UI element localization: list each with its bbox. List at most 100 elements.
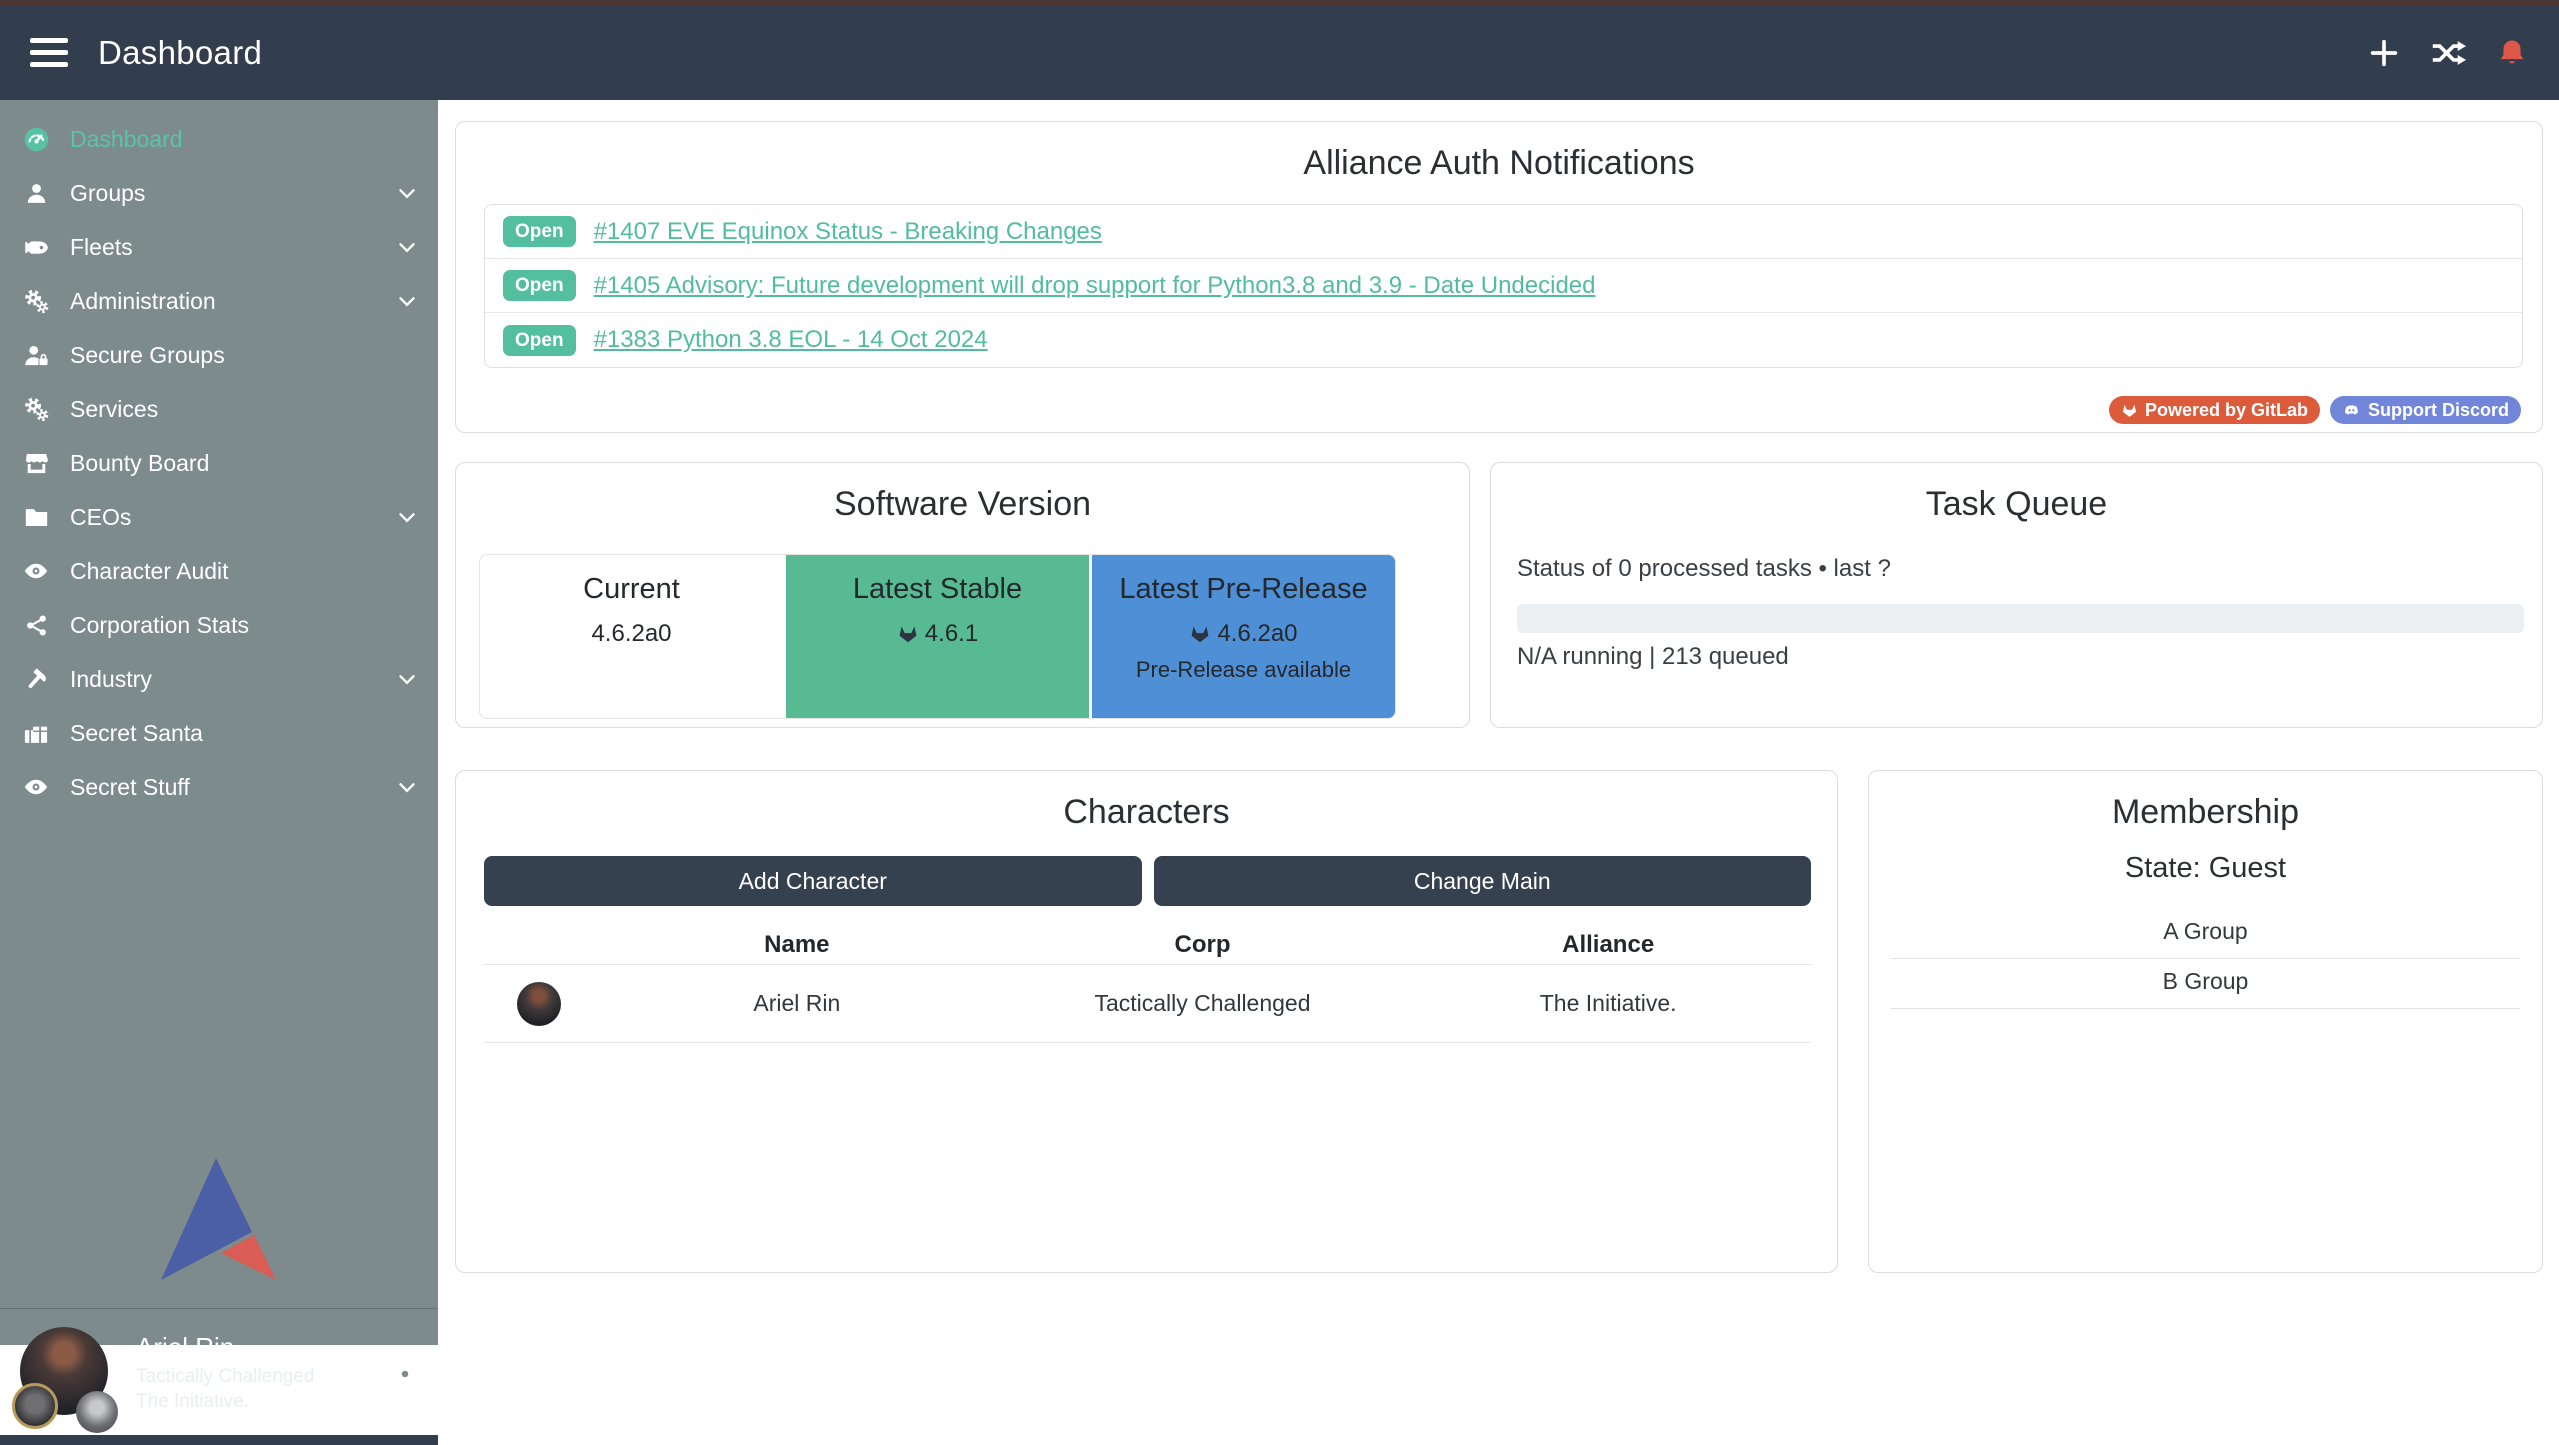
sidebar-item-label: CEOs xyxy=(70,504,131,531)
sidebar-item-bounty-board[interactable]: Bounty Board xyxy=(0,436,438,490)
gitlab-icon xyxy=(2121,402,2138,419)
sidebar-item-character-audit[interactable]: Character Audit xyxy=(0,544,438,598)
powered-by-gitlab-badge[interactable]: Powered by GitLab xyxy=(2109,396,2320,424)
sidebar-item-ceos[interactable]: CEOs xyxy=(0,490,438,544)
support-discord-badge[interactable]: Support Discord xyxy=(2330,396,2521,424)
sidebar-item-label: Secret Stuff xyxy=(70,774,190,801)
notification-row: Open #1383 Python 3.8 EOL - 14 Oct 2024 xyxy=(485,313,2522,367)
chevron-down-icon xyxy=(394,504,420,530)
cell-character-name: Ariel Rin xyxy=(594,990,1000,1017)
user-corp: Tactically Challenged xyxy=(136,1364,315,1389)
notifications-list: Open #1407 EVE Equinox Status - Breaking… xyxy=(484,204,2523,368)
task-queue-panel: Task Queue Status of 0 processed tasks •… xyxy=(1490,462,2543,728)
sidebar-item-dashboard[interactable]: Dashboard xyxy=(0,112,438,166)
menu-toggle-icon[interactable] xyxy=(14,18,84,88)
sidebar-item-label: Secure Groups xyxy=(70,342,225,369)
gitlab-icon xyxy=(897,623,919,645)
sidebar-item-services[interactable]: Services xyxy=(0,382,438,436)
share-icon xyxy=(21,613,51,638)
column-header-corp: Corp xyxy=(1000,931,1406,959)
add-icon[interactable] xyxy=(2365,34,2403,72)
sidebar-item-corporation-stats[interactable]: Corporation Stats xyxy=(0,598,438,652)
notification-link[interactable]: #1407 EVE Equinox Status - Breaking Chan… xyxy=(594,218,1102,246)
sidebar-item-label: Corporation Stats xyxy=(70,612,249,639)
eye-icon xyxy=(21,557,51,585)
sidebar-item-secret-stuff[interactable]: Secret Stuff xyxy=(0,760,438,814)
sidebar-item-label: Groups xyxy=(70,180,145,207)
chevron-down-icon xyxy=(394,234,420,260)
notification-row: Open #1405 Advisory: Future development … xyxy=(485,259,2522,313)
sidebar-bottom-strip xyxy=(0,1435,438,1445)
sidebar-item-secret-santa[interactable]: Secret Santa xyxy=(0,706,438,760)
task-queue-counts: N/A running | 213 queued xyxy=(1517,643,1789,671)
sidebar-item-label: Dashboard xyxy=(70,126,183,153)
user-name: Ariel Rin xyxy=(136,1330,315,1364)
list-item: A Group xyxy=(1891,909,2520,959)
chevron-down-icon xyxy=(394,666,420,692)
change-main-button[interactable]: Change Main xyxy=(1154,856,1812,906)
sidebar-item-label: Secret Santa xyxy=(70,720,203,747)
task-queue-status-line: Status of 0 processed tasks • last ? xyxy=(1517,555,1891,583)
user-panel: Ariel Rin Tactically Challenged The Init… xyxy=(0,1309,438,1435)
notification-row: Open #1407 EVE Equinox Status - Breaking… xyxy=(485,205,2522,259)
version-current-column: Current 4.6.2a0 xyxy=(480,555,783,718)
user-icon xyxy=(21,181,51,206)
sidebar-item-label: Character Audit xyxy=(70,558,229,585)
sidebar-item-fleets[interactable]: Fleets xyxy=(0,220,438,274)
notifications-panel: Alliance Auth Notifications Open #1407 E… xyxy=(455,121,2543,433)
table-row: Ariel Rin Tactically Challenged The Init… xyxy=(484,964,1811,1043)
chevron-down-icon xyxy=(394,288,420,314)
user-lock-icon xyxy=(21,342,51,369)
column-header-name: Name xyxy=(594,931,1000,959)
sidebar-item-secure-groups[interactable]: Secure Groups xyxy=(0,328,438,382)
chevron-down-icon xyxy=(394,180,420,206)
software-version-panel: Software Version Current 4.6.2a0 Latest … xyxy=(455,462,1470,728)
version-column-label: Latest Pre-Release xyxy=(1092,573,1395,606)
version-comparison-box: Current 4.6.2a0 Latest Stable 4.6.1 Late… xyxy=(479,554,1396,719)
prerelease-note: Pre-Release available xyxy=(1092,657,1395,683)
version-column-label: Latest Stable xyxy=(786,573,1089,606)
status-badge: Open xyxy=(503,216,576,247)
task-queue-title: Task Queue xyxy=(1491,485,2542,524)
hammer-icon xyxy=(21,666,51,693)
notifications-title: Alliance Auth Notifications xyxy=(456,144,2542,183)
notification-link[interactable]: #1405 Advisory: Future development will … xyxy=(594,272,1596,300)
store-icon xyxy=(21,450,51,477)
cell-character-corp: Tactically Challenged xyxy=(1000,990,1406,1017)
alliance-logo xyxy=(76,1391,118,1433)
sidebar-item-groups[interactable]: Groups xyxy=(0,166,438,220)
settings-gear-icon[interactable] xyxy=(390,1359,420,1389)
notification-link[interactable]: #1383 Python 3.8 EOL - 14 Oct 2024 xyxy=(594,326,988,354)
membership-panel: Membership State: Guest A Group B Group xyxy=(1868,770,2543,1273)
gears-icon xyxy=(21,288,51,315)
characters-title: Characters xyxy=(456,793,1837,832)
user-alliance: The Initiative. xyxy=(136,1389,315,1414)
add-character-button[interactable]: Add Character xyxy=(484,856,1142,906)
eye-icon xyxy=(21,773,51,801)
sidebar-item-industry[interactable]: Industry xyxy=(0,652,438,706)
badge-label: Powered by GitLab xyxy=(2145,400,2308,421)
alliance-auth-logo xyxy=(161,1158,276,1280)
notifications-bell-icon[interactable] xyxy=(2493,34,2531,72)
gitlab-icon xyxy=(1189,623,1211,645)
sidebar-item-administration[interactable]: Administration xyxy=(0,274,438,328)
cell-character-alliance: The Initiative. xyxy=(1405,990,1811,1017)
membership-groups-list: A Group B Group xyxy=(1891,909,2520,1009)
sidebar-item-label: Bounty Board xyxy=(70,450,209,477)
gears-icon xyxy=(21,396,51,423)
status-badge: Open xyxy=(503,325,576,356)
sidebar: Dashboard Groups Fleets xyxy=(0,100,438,1345)
version-number: 4.6.2a0 xyxy=(1217,620,1297,648)
software-version-title: Software Version xyxy=(456,485,1469,524)
gauge-icon xyxy=(21,126,51,153)
column-header-alliance: Alliance xyxy=(1405,931,1811,959)
membership-state: State: Guest xyxy=(1869,852,2542,885)
characters-table-header: Name Corp Alliance xyxy=(484,926,1811,964)
badge-label: Support Discord xyxy=(2368,400,2509,421)
discord-icon xyxy=(2342,402,2361,419)
shuffle-icon[interactable] xyxy=(2429,34,2467,72)
status-badge: Open xyxy=(503,270,576,301)
version-number: 4.6.1 xyxy=(925,620,978,648)
sidebar-item-label: Administration xyxy=(70,288,216,315)
chevron-down-icon xyxy=(394,774,420,800)
